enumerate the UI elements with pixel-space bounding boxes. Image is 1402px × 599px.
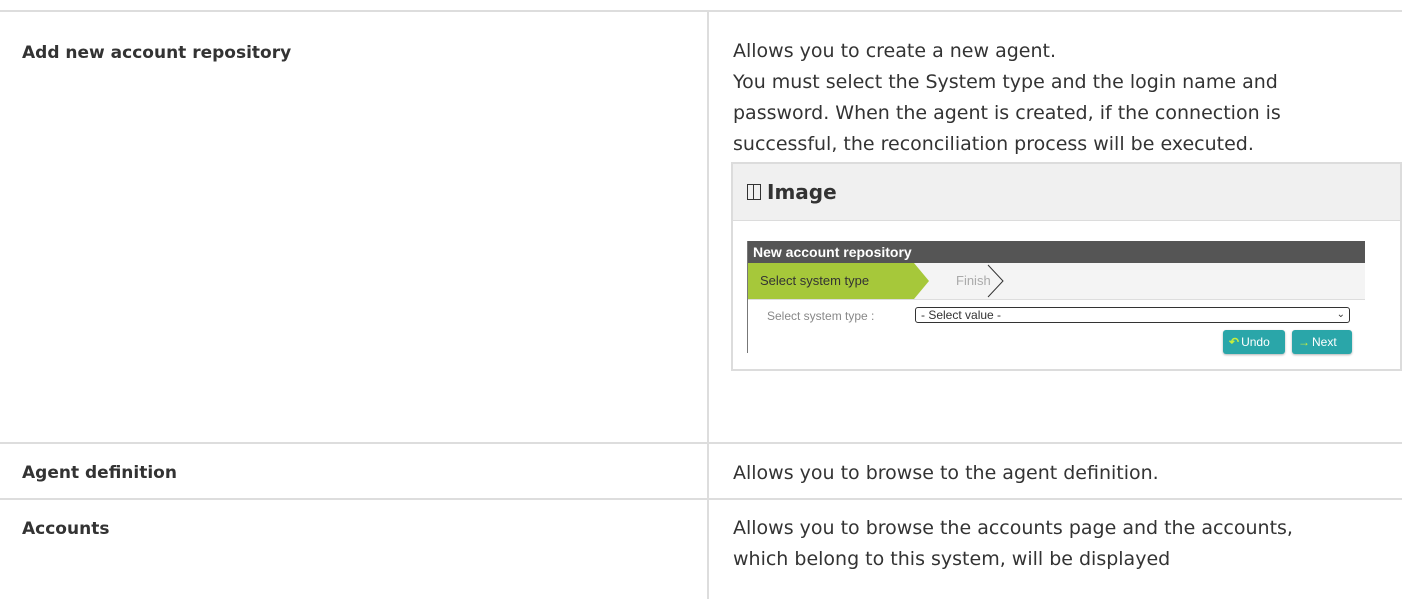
description-cell: Allows you to browse to the agent defini…: [708, 442, 1402, 499]
description-line: which belong to this system, will be dis…: [733, 548, 1171, 570]
table-row: Accounts Allows you to browse the accoun…: [0, 498, 1402, 599]
expander-title: Image: [767, 180, 837, 204]
image-expander: Image New account repository Select syst…: [731, 162, 1402, 371]
description-cell: Allows you to browse the accounts page a…: [708, 498, 1402, 599]
chevron-down-icon: ⌄: [1336, 309, 1345, 320]
step-select-system-type: Select system type: [760, 273, 870, 288]
term-agent-definition: Agent definition: [22, 463, 177, 483]
table-row: Agent definition Allows you to browse to…: [0, 442, 1402, 499]
embedded-screenshot: New account repository Select system typ…: [747, 241, 1365, 354]
description: Allows you to create a new agent. You mu…: [709, 12, 1402, 160]
window-title: New account repository: [748, 241, 1365, 263]
term-cell: Accounts: [0, 498, 709, 599]
term-cell: Add new account repository: [0, 10, 709, 443]
description-line: password. When the agent is created, if …: [733, 102, 1281, 124]
description-line: Allows you to browse to the agent defini…: [733, 462, 1159, 484]
chevron-right-icon: [987, 264, 1004, 298]
undo-arrow-icon: ↶: [1229, 335, 1240, 349]
next-arrow-icon: →: [1298, 335, 1310, 349]
system-type-label: Select system type :: [767, 309, 875, 323]
next-button: → Next: [1292, 330, 1352, 354]
term-add-new-account-repository: Add new account repository: [22, 43, 292, 63]
term-accounts: Accounts: [22, 519, 110, 539]
undo-button: ↶ Undo: [1223, 330, 1285, 354]
term-cell: Agent definition: [0, 442, 709, 499]
undo-label: Undo: [1241, 335, 1270, 349]
description-line: Allows you to browse the accounts page a…: [733, 517, 1293, 539]
expander-body: New account repository Select system typ…: [733, 221, 1400, 369]
description-line: successful, the reconciliation process w…: [733, 133, 1254, 155]
table-row: Add new account repository Allows you to…: [0, 10, 1402, 443]
expander-header[interactable]: Image: [733, 164, 1400, 221]
description-cell: Allows you to create a new agent. You mu…: [708, 10, 1402, 443]
book-icon: [747, 184, 761, 200]
system-type-select: - Select value - ⌄: [915, 307, 1350, 323]
definitions-table: Add new account repository Allows you to…: [0, 10, 1402, 599]
next-label: Next: [1312, 335, 1337, 349]
select-value: - Select value -: [921, 308, 1002, 322]
step-active-arrow: [914, 263, 929, 299]
description-line: You must select the System type and the …: [733, 71, 1278, 93]
description: Allows you to browse to the agent defini…: [709, 444, 1402, 489]
description: Allows you to browse the accounts page a…: [709, 500, 1402, 575]
description-line: Allows you to create a new agent.: [733, 40, 1056, 62]
wizard-steps: Select system type Finish: [748, 263, 1365, 300]
